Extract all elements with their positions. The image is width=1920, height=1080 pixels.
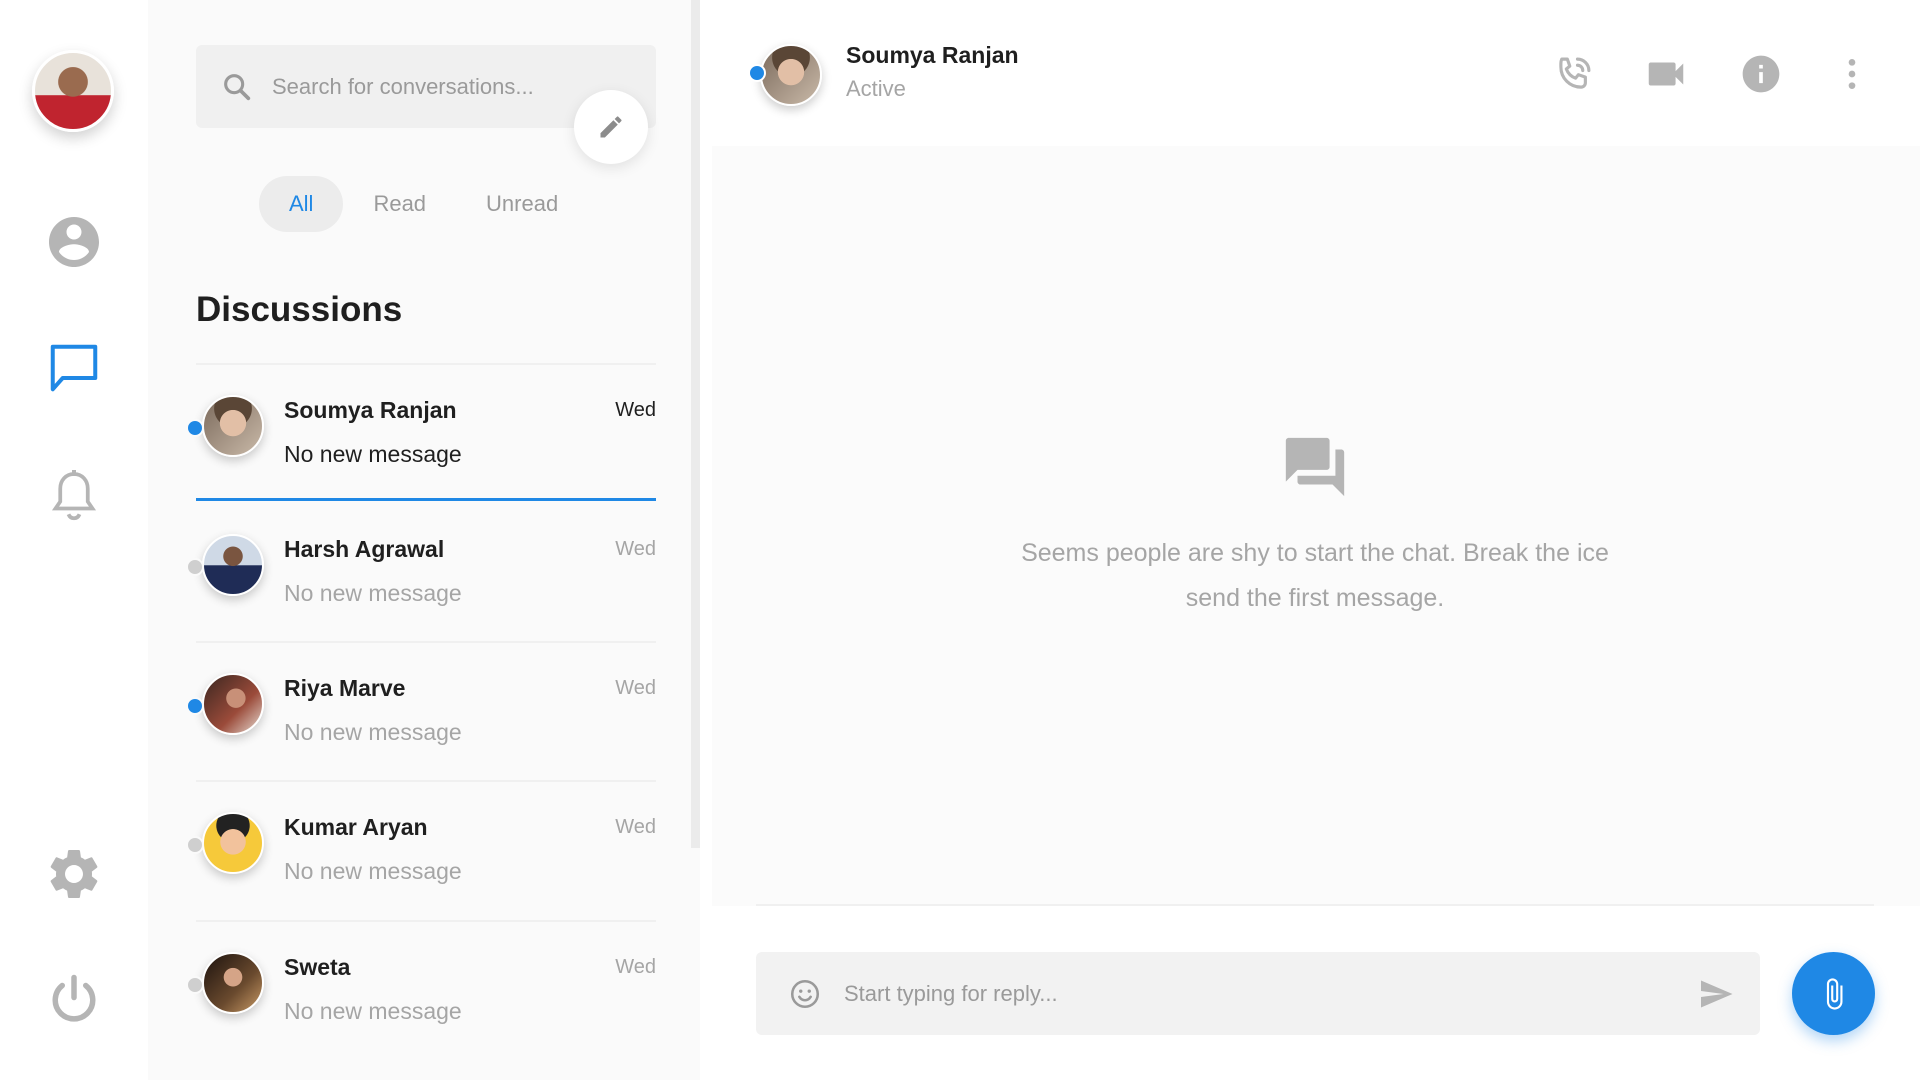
conversation-item-riya[interactable]: Riya Marve No new message Wed: [186, 641, 656, 779]
attach-button[interactable]: [1792, 952, 1875, 1035]
last-message: No new message: [284, 858, 462, 884]
logout-nav-button[interactable]: [44, 970, 104, 1030]
conversation-item-harsh[interactable]: Harsh Agrawal No new message Wed: [186, 502, 656, 640]
pencil-icon: [600, 116, 622, 138]
conversation-filters: All Read Unread: [259, 176, 588, 232]
nav-rail: [0, 0, 148, 1080]
timestamp: Wed: [615, 677, 656, 699]
search-input[interactable]: [272, 73, 612, 100]
paperclip-icon: [1826, 977, 1842, 1010]
search-icon: [224, 73, 251, 100]
notifications-nav-button[interactable]: [44, 466, 104, 526]
reply-box: [756, 952, 1760, 1035]
reply-input[interactable]: [844, 980, 1664, 1007]
chat-header: Soumya Ranjan Active: [712, 0, 1920, 146]
chat-contact-name: Soumya Ranjan: [846, 42, 1019, 68]
message-area: Seems people are shy to start the chat. …: [712, 146, 1920, 906]
more-options-button[interactable]: [1828, 50, 1876, 98]
gear-icon: [50, 850, 98, 898]
online-indicator: [186, 697, 204, 715]
offline-indicator: [186, 976, 204, 994]
forum-icon: [1285, 437, 1345, 497]
online-indicator: [186, 419, 204, 437]
emoji-icon[interactable]: [788, 977, 822, 1011]
filter-unread[interactable]: Unread: [456, 176, 588, 232]
info-button[interactable]: [1737, 50, 1785, 98]
empty-chat-message: Seems people are shy to start the chat. …: [1021, 539, 1609, 612]
avatar: [202, 534, 264, 596]
avatar: [202, 812, 264, 874]
avatar: [202, 673, 264, 735]
filter-all[interactable]: All: [259, 176, 344, 232]
timestamp: Wed: [615, 816, 656, 838]
last-message: No new message: [284, 441, 462, 467]
user-avatar[interactable]: [32, 50, 114, 132]
selected-indicator: [196, 498, 656, 501]
contact-name: Sweta: [284, 954, 351, 980]
timestamp: Wed: [615, 538, 656, 560]
chat-contact-status: Active: [846, 76, 906, 101]
video-call-button[interactable]: [1642, 50, 1690, 98]
timestamp: Wed: [615, 956, 656, 978]
chats-nav-button[interactable]: [44, 338, 104, 398]
avatar: [202, 395, 264, 457]
contact-name: Harsh Agrawal: [284, 536, 445, 562]
send-icon[interactable]: [1698, 976, 1734, 1012]
profile-nav-button[interactable]: [44, 212, 104, 272]
video-camera-icon: [1648, 62, 1684, 86]
new-conversation-button[interactable]: [574, 90, 648, 164]
chat-bubble-icon: [50, 344, 98, 392]
contact-name: Kumar Aryan: [284, 814, 428, 840]
last-message: No new message: [284, 719, 462, 745]
info-icon: [1742, 55, 1780, 93]
offline-indicator: [186, 558, 204, 576]
last-message: No new message: [284, 580, 462, 606]
conversation-panel: All Read Unread Discussions Soumya Ranja…: [148, 0, 700, 1080]
discussions-heading: Discussions: [196, 290, 403, 329]
power-icon: [52, 974, 96, 1022]
bell-icon: [51, 470, 97, 521]
conversation-item-sweta[interactable]: Sweta No new message Wed: [186, 920, 656, 1058]
contact-name: Riya Marve: [284, 675, 406, 701]
settings-nav-button[interactable]: [44, 844, 104, 904]
conversation-item-soumya[interactable]: Soumya Ranjan No new message Wed: [186, 363, 656, 501]
chat-contact-avatar[interactable]: [760, 44, 822, 106]
offline-indicator: [186, 836, 204, 854]
filter-read[interactable]: Read: [343, 176, 456, 232]
conversation-scrollbar[interactable]: [691, 0, 700, 848]
account-circle-icon: [49, 217, 99, 267]
last-message: No new message: [284, 998, 462, 1024]
avatar: [202, 952, 264, 1014]
conversation-item-kumar[interactable]: Kumar Aryan No new message Wed: [186, 780, 656, 918]
voice-call-button[interactable]: [1550, 50, 1598, 98]
contact-name: Soumya Ranjan: [284, 397, 457, 423]
chat-panel: Soumya Ranjan Active Seems people are sh…: [712, 0, 1920, 1080]
composer-divider: [756, 904, 1874, 906]
phone-call-icon: [1559, 57, 1591, 89]
more-vertical-icon: [1848, 59, 1856, 89]
online-indicator: [748, 64, 766, 82]
timestamp: Wed: [615, 399, 656, 421]
